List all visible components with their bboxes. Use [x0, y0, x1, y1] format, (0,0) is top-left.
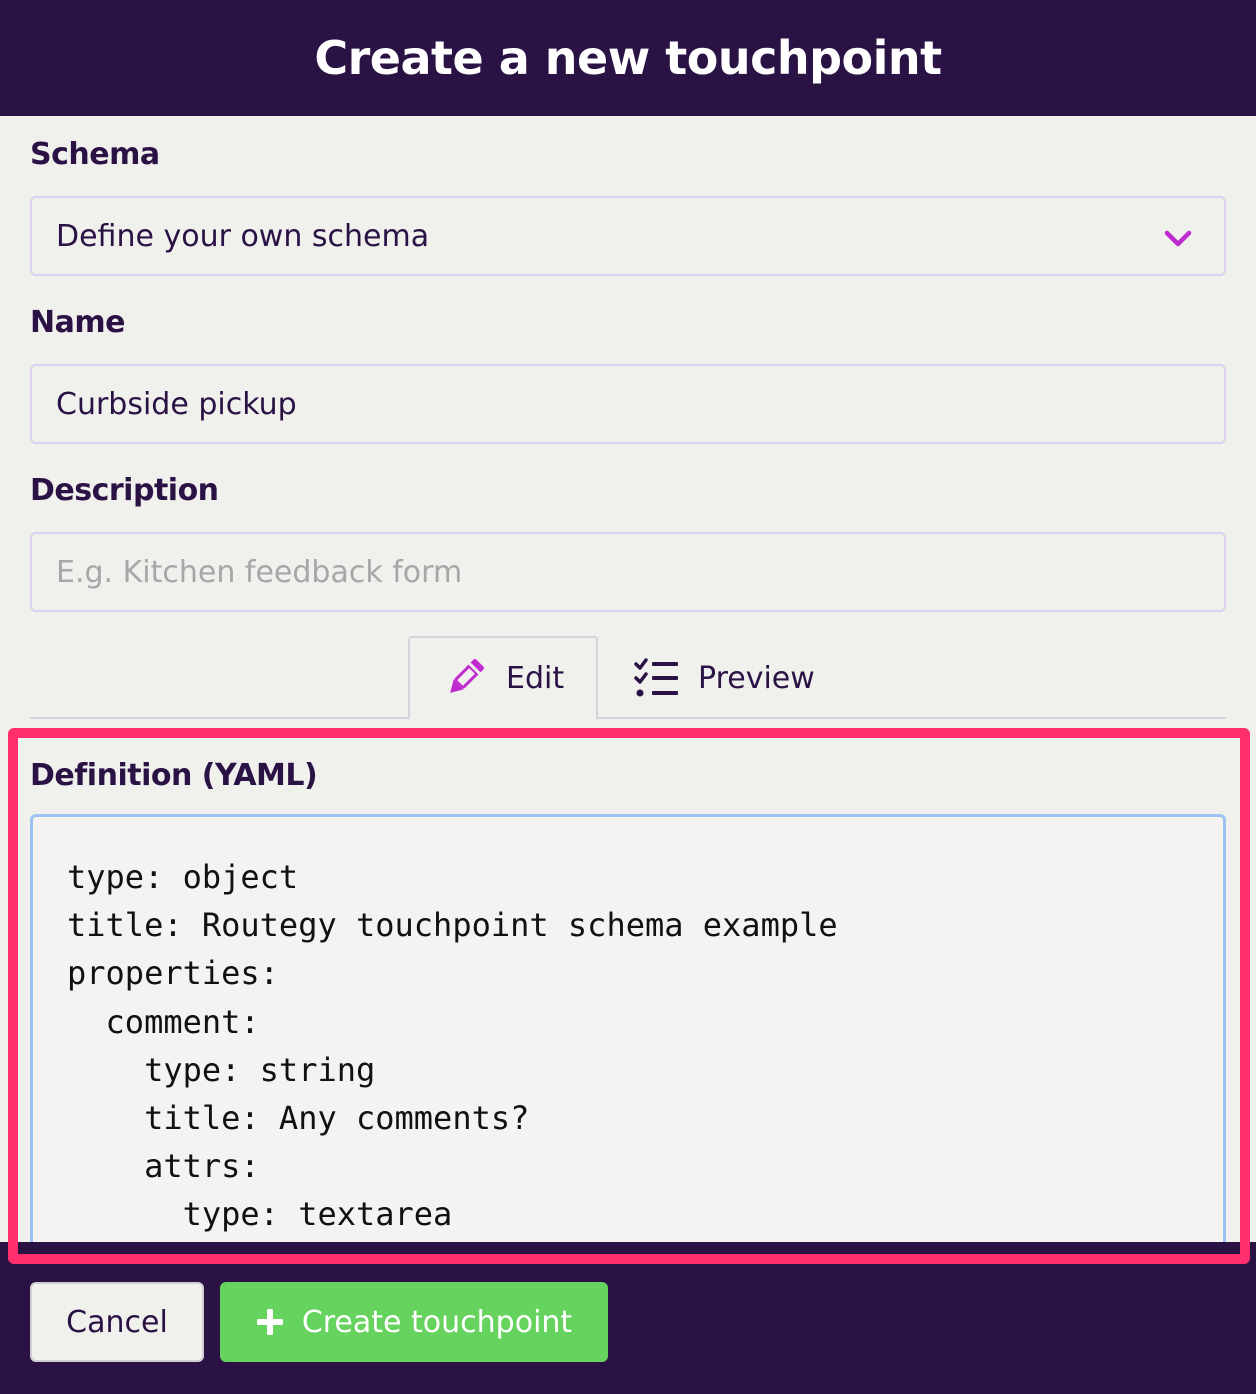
cancel-button[interactable]: Cancel [30, 1282, 204, 1362]
dialog-title: Create a new touchpoint [314, 31, 942, 85]
tab-edit-label: Edit [506, 660, 565, 696]
highlight-box [8, 728, 1250, 1264]
schema-select[interactable]: Define your own schema [30, 196, 1226, 276]
checklist-icon [634, 658, 678, 697]
create-touchpoint-label: Create touchpoint [301, 1304, 573, 1340]
chevron-down-icon [1164, 230, 1192, 247]
description-input[interactable]: E.g. Kitchen feedback form [30, 532, 1226, 612]
plus-icon [256, 1309, 283, 1335]
name-label: Name [30, 305, 125, 340]
description-label: Description [30, 473, 219, 508]
pencil-icon [450, 659, 484, 693]
dialog-header: Create a new touchpoint [0, 0, 1256, 116]
tab-preview-label: Preview [698, 660, 815, 696]
create-touchpoint-button[interactable]: Create touchpoint [220, 1282, 608, 1362]
description-placeholder: E.g. Kitchen feedback form [56, 554, 463, 590]
name-input-value: Curbside pickup [56, 386, 297, 422]
name-input[interactable]: Curbside pickup [30, 364, 1226, 444]
schema-label: Schema [30, 137, 160, 172]
cancel-button-label: Cancel [66, 1304, 168, 1340]
tab-edit[interactable]: Edit [408, 636, 598, 720]
schema-select-value: Define your own schema [56, 218, 430, 254]
tabs-divider [30, 717, 1226, 719]
tab-preview[interactable]: Preview [634, 636, 854, 720]
